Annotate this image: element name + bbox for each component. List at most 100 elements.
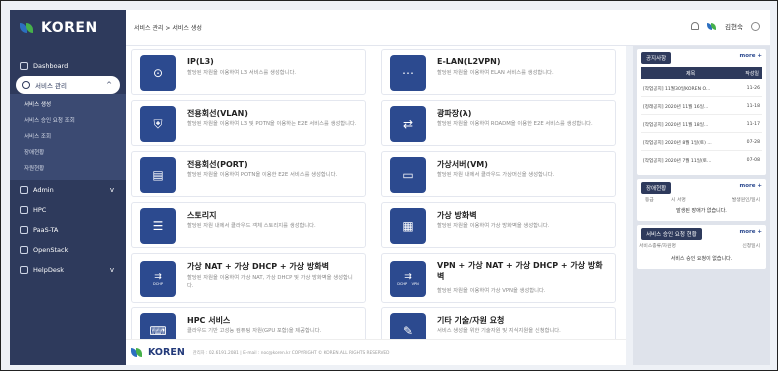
vpn-icon-label: DCHP VPN xyxy=(397,282,419,286)
sidebar-subitem-approval-request[interactable]: 서비스 승인 요청 조회 xyxy=(10,113,126,129)
breadcrumb: 서비스 관리 > 서비스 생성 xyxy=(134,25,202,32)
sidebar-item-dashboard[interactable]: Dashboard xyxy=(10,56,126,76)
notice-row[interactable]: [작업공지] 2020년 8월 1일(토) ... 07-28 xyxy=(641,135,762,151)
sidebar-item-hpc[interactable]: HPC xyxy=(10,200,126,220)
sidebar-item-label: HelpDesk xyxy=(33,266,64,274)
service-card-vlan[interactable]: ⛨ 전용회선(VLAN) 할당된 자원을 이용하여 L3 및 POTN을 이용하… xyxy=(131,100,366,146)
cloud-icon xyxy=(20,226,28,234)
sidebar-submenu: 서비스 생성 서비스 승인 요청 조회 서비스 조회 장애현황 자원현황 xyxy=(10,94,126,180)
bell-icon[interactable] xyxy=(691,22,700,30)
logout-icon[interactable] xyxy=(751,21,760,31)
top-bar: 서비스 관리 > 서비스 생성 김현숙 xyxy=(126,10,770,46)
notice-more-link[interactable]: more + xyxy=(740,53,762,59)
card-title: 가상 NAT + 가상 DHCP + 가상 방화벽 xyxy=(187,262,329,271)
notice-row-date: 07-08 xyxy=(746,158,760,163)
storage-icon: ☰ xyxy=(140,208,176,244)
notice-row-title: [작업공지] 2020년 7월 11일(토... xyxy=(643,159,712,164)
incident-more-link[interactable]: more + xyxy=(740,183,762,189)
sidebar-subitem-service-create[interactable]: 서비스 생성 xyxy=(10,97,126,113)
card-title: 광파장(λ) xyxy=(437,109,472,118)
incident-panel: 장애현황 more + 등급 시 서명 발생원인/일시 발생된 장애가 없습니다… xyxy=(637,179,766,221)
notice-row[interactable]: [작업공지] 2020년 11월 18일... 11-17 xyxy=(641,117,762,133)
notice-row-date: 07-28 xyxy=(746,140,760,145)
vpn-icon: ⇉ DCHP VPN xyxy=(390,261,426,297)
notice-row-title: [작업공지] 2020년 11월 18일... xyxy=(643,123,709,128)
card-desc: 할당된 자원을 이용하여 L3 및 POTN을 이용하는 E2E 서비스를 생성… xyxy=(187,121,357,127)
service-card-port[interactable]: ▤ 전용회선(PORT) 할당된 자원을 이용하여 POTN을 이용한 E2E … xyxy=(131,151,366,197)
card-title: HPC 서비스 xyxy=(187,316,231,325)
service-card-storage[interactable]: ☰ 스토리지 할당된 자원 내에서 클라우드 객체 스토리지를 생성합니다. xyxy=(131,202,366,248)
service-card-elan[interactable]: ⋯ E-LAN(L2VPN) 할당된 자원을 이용하여 ELAN 서비스를 생성… xyxy=(381,49,616,95)
col-date: 작성일 xyxy=(745,71,759,77)
card-desc: 할당된 자원을 이용하여 가상 방화벽을 생성합니다. xyxy=(437,223,550,229)
sidebar-subitem-resource[interactable]: 자원현황 xyxy=(10,161,126,177)
sidebar: KOREN Dashboard 서비스 관리 ^ 서비스 생성 서비스 승인 요… xyxy=(10,10,126,365)
notice-panel: 공지사항 more + 제목 작성일 [작업공지] 11월30일KOREN O.… xyxy=(637,49,766,175)
sidebar-item-paas-ta[interactable]: PaaS-TA xyxy=(10,220,126,240)
notice-table-header: 제목 작성일 xyxy=(641,67,762,79)
dhcp-icon-label: DCHP xyxy=(153,282,163,286)
sidebar-item-label: Admin xyxy=(33,186,54,194)
card-desc: 할당된 자원을 이용하여 가상 NAT, 가상 DHCP 및 가상 방화벽을 생… xyxy=(187,275,353,289)
col-grade: 등급 xyxy=(645,198,654,203)
card-title: 스토리지 xyxy=(187,211,217,220)
footer: KOREN 관리자 : 02.6191.2081 | E-mail : noc@… xyxy=(126,339,626,365)
dhcp-icon: ⇉ DCHP xyxy=(140,261,176,297)
card-title: E-LAN(L2VPN) xyxy=(437,57,501,66)
notice-row[interactable]: [작업공지] 2020년 7월 11일(토... 07-08 xyxy=(641,153,762,169)
right-panel: 공지사항 more + 제목 작성일 [작업공지] 11월30일KOREN O.… xyxy=(633,46,770,365)
transport-icon: ⇄ xyxy=(390,106,426,142)
col-title: 제목 xyxy=(686,71,696,77)
sidebar-item-label: HPC xyxy=(33,206,47,214)
footer-info: 관리자 : 02.6191.2081 | E-mail : noc@koren.… xyxy=(192,350,390,356)
col-cause-time: 발생원인/일시 xyxy=(731,198,760,203)
koren-logo-icon xyxy=(20,22,36,34)
grid-icon xyxy=(20,206,28,214)
cloud-icon xyxy=(20,186,28,194)
service-card-vm[interactable]: ▭ 가상서버(VM) 할당된 자원 내에서 클라우드 가상머신을 생성합니다. xyxy=(381,151,616,197)
firewall-icon: ▦ xyxy=(390,208,426,244)
sidebar-item-helpdesk[interactable]: HelpDesk v xyxy=(10,260,126,280)
approval-panel: 서비스 승인 요청 현황 more + 서비스종류/자원명 신청일시 서비스 승… xyxy=(637,225,766,269)
service-card-nat-dhcp-firewall[interactable]: ⇉ DCHP 가상 NAT + 가상 DHCP + 가상 방화벽 할당된 자원을 … xyxy=(131,253,366,303)
notice-row-date: 11-18 xyxy=(746,104,760,109)
sidebar-item-openstack[interactable]: OpenStack xyxy=(10,240,126,260)
chevron-down-icon: v xyxy=(109,186,114,194)
approval-empty-message: 서비스 승인 요청이 없습니다. xyxy=(670,256,733,262)
notice-row[interactable]: [작업공지] 11월30일KOREN O... 11-26 xyxy=(641,81,762,97)
sidebar-item-service-management[interactable]: 서비스 관리 ^ xyxy=(16,76,120,94)
sidebar-item-label: PaaS-TA xyxy=(33,226,59,234)
card-title: IP(L3) xyxy=(187,57,214,66)
service-card-lambda[interactable]: ⇄ 광파장(λ) 할당된 자원을 이용하여 ROADM을 이용한 E2E 서비스… xyxy=(381,100,616,146)
user-name[interactable]: 김현숙 xyxy=(725,21,743,31)
top-right-controls: 김현숙 xyxy=(691,21,760,31)
card-desc: 할당된 자원을 이용하여 ELAN 서비스를 생성합니다. xyxy=(437,70,554,76)
notice-row-title: [정래공지] 2020년 11월 16일... xyxy=(643,105,709,110)
shield-icon: ⛨ xyxy=(140,106,176,142)
sidebar-item-label: Dashboard xyxy=(33,62,69,70)
app-window: KOREN Dashboard 서비스 관리 ^ 서비스 생성 서비스 승인 요… xyxy=(0,0,778,371)
sidebar-subitem-service-lookup[interactable]: 서비스 조회 xyxy=(10,129,126,145)
gear-icon xyxy=(22,81,30,89)
approval-more-link[interactable]: more + xyxy=(740,229,762,235)
home-icon xyxy=(20,62,28,70)
service-card-ip-l3[interactable]: ⊙ IP(L3) 할당된 자원을 이용하여 L3 서비스를 생성합니다. xyxy=(131,49,366,95)
col-service-type: 서비스종류/자원명 xyxy=(639,244,676,249)
service-card-firewall[interactable]: ▦ 가상 방화벽 할당된 자원을 이용하여 가상 방화벽을 생성합니다. xyxy=(381,202,616,248)
card-desc: 할당된 자원을 이용하여 POTN을 이용한 E2E 서비스를 생성합니다. xyxy=(187,172,338,178)
location-icon: ⊙ xyxy=(140,55,176,91)
koren-logo-icon xyxy=(131,347,145,358)
footer-logo: KOREN xyxy=(131,347,185,358)
service-card-vpn-nat-dhcp-firewall[interactable]: ⇉ DCHP VPN VPN + 가상 NAT + 가상 DHCP + 가상 방화… xyxy=(381,253,616,303)
network-icon: ⋯ xyxy=(390,55,426,91)
logo[interactable]: KOREN xyxy=(10,10,126,46)
sidebar-subitem-incident[interactable]: 장애현황 xyxy=(10,145,126,161)
card-title: VPN + 가상 NAT + 가상 DHCP + 가상 방화벽 xyxy=(437,261,603,281)
card-title: 가상서버(VM) xyxy=(437,160,488,169)
document-icon xyxy=(20,266,28,274)
card-title: 전용회선(VLAN) xyxy=(187,109,248,118)
service-card-grid: ⊙ IP(L3) 할당된 자원을 이용하여 L3 서비스를 생성합니다. ⋯ E… xyxy=(126,46,626,365)
notice-row[interactable]: [정래공지] 2020년 11월 16일... 11-18 xyxy=(641,99,762,115)
incident-title: 장애현황 xyxy=(641,182,672,194)
sidebar-item-admin[interactable]: Admin v xyxy=(10,180,126,200)
